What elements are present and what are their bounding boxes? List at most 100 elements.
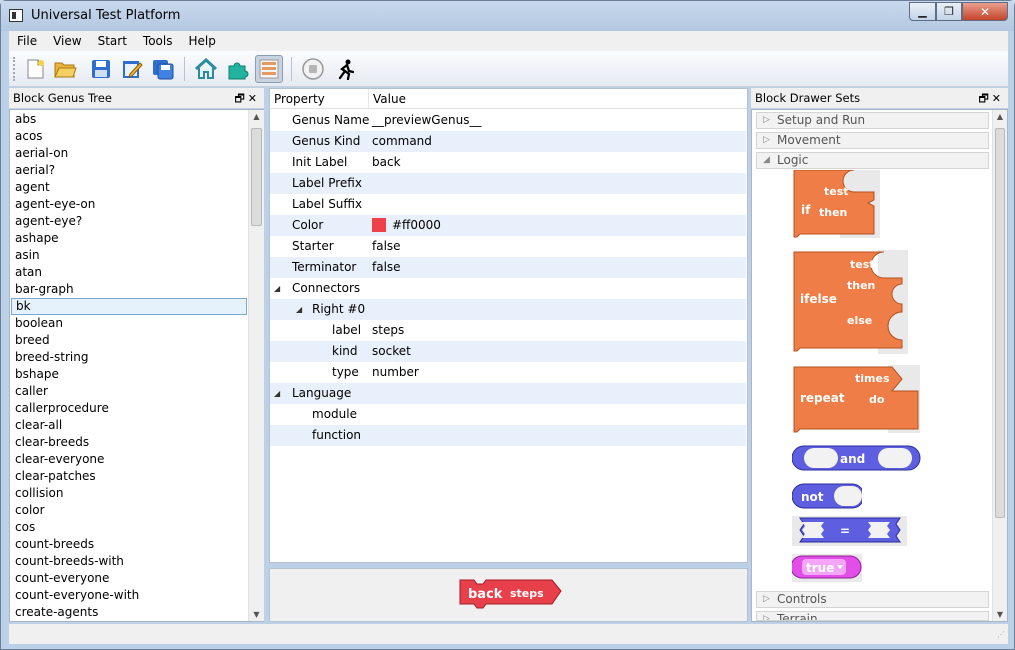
- maximize-button[interactable]: ❐: [936, 2, 962, 21]
- property-column-header[interactable]: Property: [274, 92, 325, 106]
- float-icon[interactable]: 🗗: [978, 92, 991, 105]
- property-value[interactable]: steps: [372, 320, 404, 341]
- float-icon[interactable]: 🗗: [234, 92, 247, 105]
- property-row[interactable]: ◢ Language: [270, 383, 746, 404]
- collapse-icon[interactable]: ◢: [274, 278, 280, 299]
- genus-item[interactable]: acos: [11, 128, 247, 145]
- list-view-icon[interactable]: [255, 55, 283, 83]
- genus-item[interactable]: ashape: [11, 230, 247, 247]
- menu-tools[interactable]: Tools: [135, 34, 181, 48]
- collapse-icon[interactable]: ◢: [274, 383, 280, 404]
- block-if[interactable]: if test then: [792, 170, 882, 240]
- genus-item[interactable]: asin: [11, 247, 247, 264]
- menu-view[interactable]: View: [45, 34, 89, 48]
- close-panel-icon[interactable]: ✕: [248, 92, 260, 105]
- property-value[interactable]: back: [372, 152, 401, 173]
- genus-item[interactable]: bshape: [11, 366, 247, 383]
- property-value[interactable]: command: [372, 131, 432, 152]
- menu-start[interactable]: Start: [90, 34, 135, 48]
- block-repeat[interactable]: repeat times do: [792, 365, 922, 435]
- preview-block-back[interactable]: back steps: [458, 577, 562, 615]
- property-row[interactable]: Terminator false: [270, 257, 746, 278]
- genus-item[interactable]: atan: [11, 264, 247, 281]
- property-row[interactable]: label steps: [270, 320, 746, 341]
- close-panel-icon[interactable]: ✕: [992, 92, 1004, 105]
- new-file-icon[interactable]: [21, 55, 49, 83]
- block-ifelse[interactable]: ifelse test then else: [792, 250, 910, 356]
- value-column-header[interactable]: Value: [373, 92, 406, 106]
- drawer-movement[interactable]: ▷ Movement: [756, 132, 989, 149]
- property-row[interactable]: kind socket: [270, 341, 746, 362]
- property-row[interactable]: Init Label back: [270, 152, 746, 173]
- genus-item[interactable]: aerial-on: [11, 145, 247, 162]
- property-row[interactable]: Label Suffix: [270, 194, 746, 215]
- close-button[interactable]: ✕: [962, 2, 1008, 21]
- genus-item[interactable]: count-breeds: [11, 536, 247, 553]
- property-row[interactable]: Genus Kind command: [270, 131, 746, 152]
- property-row[interactable]: Color #ff0000: [270, 215, 746, 236]
- home-icon[interactable]: [192, 55, 220, 83]
- genus-item[interactable]: bk: [11, 298, 247, 315]
- property-row[interactable]: type number: [270, 362, 746, 383]
- genus-item[interactable]: agent-eye-on: [11, 196, 247, 213]
- property-value[interactable]: number: [372, 362, 419, 383]
- run-icon[interactable]: [331, 55, 359, 83]
- genus-item[interactable]: boolean: [11, 315, 247, 332]
- genus-item[interactable]: count-everyone-with: [11, 587, 247, 604]
- toolbar-grip[interactable]: [13, 57, 16, 81]
- genus-item[interactable]: agent: [11, 179, 247, 196]
- genus-item[interactable]: create-agents: [11, 604, 247, 621]
- property-row[interactable]: Genus Name __previewGenus__: [270, 110, 746, 131]
- resize-grip-icon[interactable]: ⋰: [997, 630, 1005, 639]
- block-equals[interactable]: =: [792, 516, 907, 546]
- stop-icon[interactable]: [299, 55, 327, 83]
- open-folder-icon[interactable]: [51, 55, 79, 83]
- genus-item[interactable]: breed-string: [11, 349, 247, 366]
- block-not[interactable]: not: [792, 482, 862, 510]
- menu-help[interactable]: Help: [180, 34, 223, 48]
- collapse-icon[interactable]: ◢: [296, 299, 302, 320]
- minimize-button[interactable]: ▁: [909, 2, 936, 21]
- puzzle-icon[interactable]: [224, 55, 252, 83]
- genus-item[interactable]: abs: [11, 111, 247, 128]
- block-true[interactable]: true: [792, 554, 862, 582]
- genus-item[interactable]: breed: [11, 332, 247, 349]
- genus-item[interactable]: callerprocedure: [11, 400, 247, 417]
- property-row[interactable]: Label Prefix: [270, 173, 746, 194]
- genus-item[interactable]: collision: [11, 485, 247, 502]
- genus-item[interactable]: cos: [11, 519, 247, 536]
- edit-icon[interactable]: [118, 55, 146, 83]
- property-row[interactable]: ◢ Right #0: [270, 299, 746, 320]
- property-value[interactable]: false: [372, 236, 401, 257]
- genus-item[interactable]: agent-eye?: [11, 213, 247, 230]
- genus-item[interactable]: clear-breeds: [11, 434, 247, 451]
- block-and[interactable]: and: [792, 444, 922, 474]
- property-value[interactable]: socket: [372, 341, 411, 362]
- property-row[interactable]: Starter false: [270, 236, 746, 257]
- genus-item[interactable]: caller: [11, 383, 247, 400]
- drawer-logic[interactable]: ◢ Logic: [756, 152, 989, 169]
- genus-item[interactable]: bar-graph: [11, 281, 247, 298]
- save-icon[interactable]: [87, 55, 115, 83]
- color-swatch[interactable]: [372, 218, 386, 232]
- genus-item[interactable]: clear-everyone: [11, 451, 247, 468]
- drawer-scrollbar[interactable]: ▲ ▼: [992, 110, 1007, 621]
- genus-item[interactable]: color: [11, 502, 247, 519]
- genus-item[interactable]: count-breeds-with: [11, 553, 247, 570]
- property-row[interactable]: module: [270, 404, 746, 425]
- property-row[interactable]: function: [270, 425, 746, 446]
- genus-item[interactable]: clear-patches: [11, 468, 247, 485]
- save-all-icon[interactable]: [149, 55, 177, 83]
- drawer-terrain[interactable]: ▷ Terrain: [756, 611, 989, 621]
- genus-scrollbar[interactable]: ▲ ▼: [248, 110, 264, 621]
- genus-scroll-thumb[interactable]: [251, 128, 262, 226]
- property-row[interactable]: ◢ Connectors: [270, 278, 746, 299]
- menu-file[interactable]: File: [9, 34, 45, 48]
- drawer-setup-and-run[interactable]: ▷ Setup and Run: [756, 112, 989, 129]
- property-value[interactable]: #ff0000: [372, 215, 441, 236]
- genus-item[interactable]: aerial?: [11, 162, 247, 179]
- property-value[interactable]: false: [372, 257, 401, 278]
- genus-item[interactable]: clear-all: [11, 417, 247, 434]
- drawer-controls[interactable]: ▷ Controls: [756, 591, 989, 608]
- genus-item[interactable]: count-everyone: [11, 570, 247, 587]
